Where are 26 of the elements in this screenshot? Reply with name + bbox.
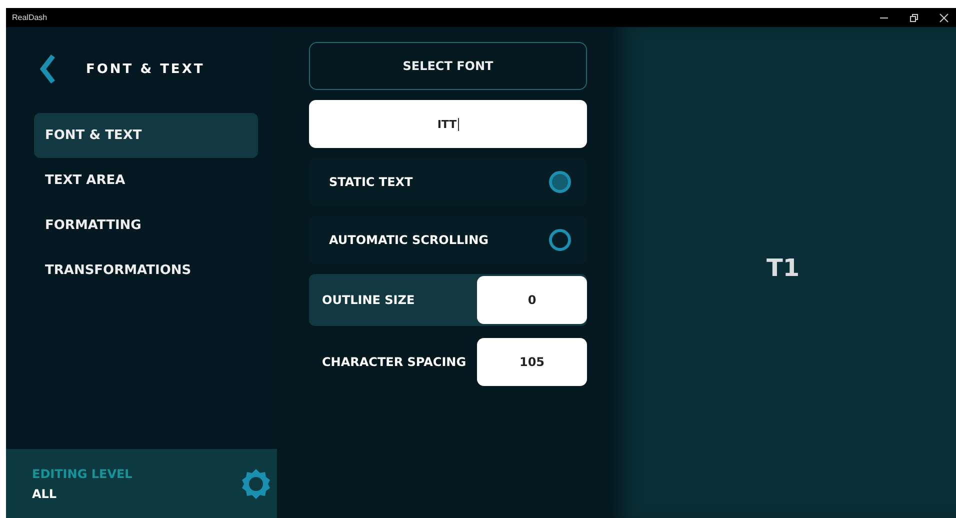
radio-button[interactable] xyxy=(549,229,571,251)
number-field[interactable]: 0 xyxy=(477,276,587,324)
option-row[interactable]: STATIC TEXT xyxy=(309,158,587,206)
number-row[interactable]: OUTLINE SIZE 0 xyxy=(309,274,587,326)
sidebar-item[interactable]: FONT & TEXT xyxy=(34,113,258,158)
sidebar-item[interactable]: TRANSFORMATIONS xyxy=(34,248,258,293)
editing-level-label: EDITING LEVEL xyxy=(32,466,132,480)
option-label: STATIC TEXT xyxy=(329,175,413,189)
settings-icon[interactable] xyxy=(239,466,273,500)
sidebar-title: FONT & TEXT xyxy=(86,62,205,76)
text-input-field[interactable]: ITT xyxy=(309,100,587,148)
preview-text: T1 xyxy=(766,254,800,282)
radio-button[interactable] xyxy=(549,171,571,193)
number-label: OUTLINE SIZE xyxy=(322,293,415,307)
option-row[interactable]: AUTOMATIC SCROLLING xyxy=(309,216,587,264)
select-font-button[interactable]: SELECT FONT xyxy=(309,42,587,90)
option-label: AUTOMATIC SCROLLING xyxy=(329,233,489,247)
window-title: RealDash xyxy=(11,13,48,22)
restore-icon[interactable] xyxy=(909,12,919,22)
close-icon[interactable] xyxy=(939,12,949,22)
number-row[interactable]: CHARACTER SPACING 105 xyxy=(309,336,587,388)
number-label: CHARACTER SPACING xyxy=(322,355,466,369)
editing-level-value: ALL xyxy=(32,486,58,500)
number-field[interactable]: 105 xyxy=(477,338,587,386)
sidebar-item[interactable]: FORMATTING xyxy=(34,203,258,248)
sidebar-item[interactable]: TEXT AREA xyxy=(34,158,258,203)
